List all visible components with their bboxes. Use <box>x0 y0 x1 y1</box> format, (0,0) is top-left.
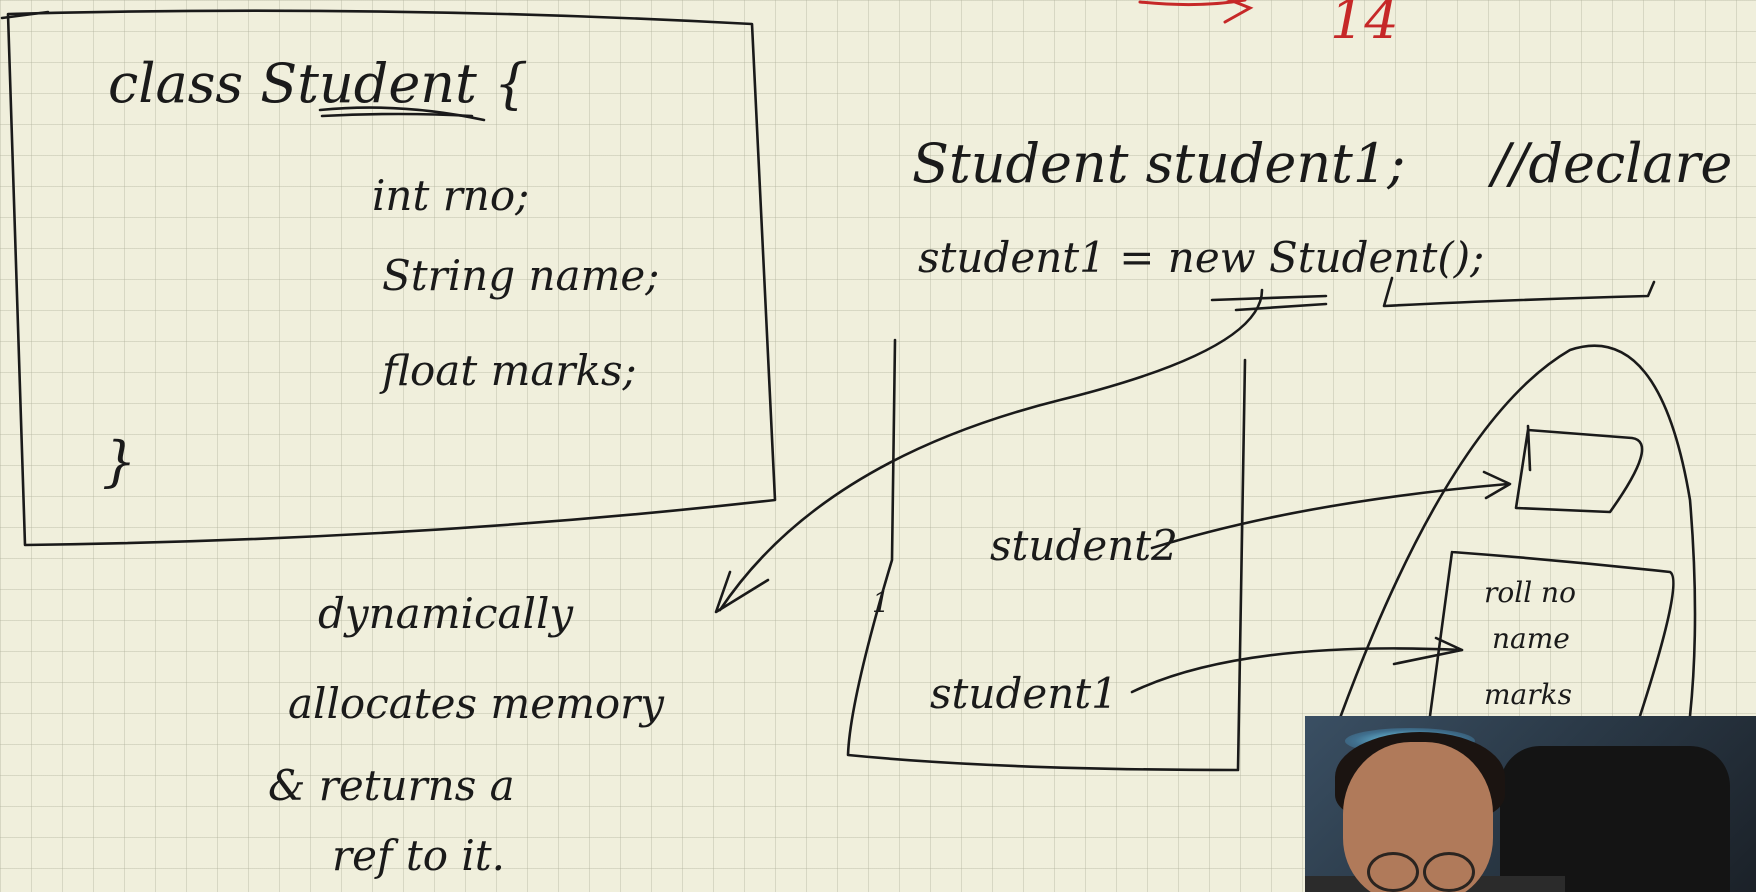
heap-object-empty <box>1514 428 1644 514</box>
explanation-line-4: ref to it. <box>332 831 505 880</box>
class-definition-box: class Student { int rno; String name; fl… <box>0 9 777 547</box>
constructor-underline <box>1382 276 1656 308</box>
explanation-line-2: allocates memory <box>288 679 665 728</box>
declaration-comment: //declare <box>1487 132 1732 195</box>
heap-field-name: name <box>1492 622 1570 655</box>
class-field-name: String name; <box>382 251 659 300</box>
explanation-line-1: dynamically <box>318 589 574 638</box>
glasses-right <box>1423 852 1475 892</box>
heap-field-marks: marks <box>1484 678 1572 711</box>
explanation-text: dynamically allocates memory & returns a… <box>268 589 665 880</box>
webcam-overlay <box>1305 716 1756 892</box>
glasses-left <box>1367 852 1419 892</box>
stack-mark: 1 <box>872 586 890 619</box>
chair <box>1500 746 1730 892</box>
code-lines: Student student1; //declare student1 = n… <box>912 132 1732 312</box>
heap-region: roll no name marks <box>1338 344 1697 720</box>
heap-field-rollno: roll no <box>1484 576 1576 609</box>
explanation-line-3: & returns a <box>268 761 515 810</box>
class-closing-brace: } <box>102 430 136 493</box>
stack-var-student1: student1 <box>930 669 1118 718</box>
red-number: 14 <box>1330 0 1399 51</box>
declaration-line: Student student1; <box>912 132 1405 195</box>
class-field-marks: float marks; <box>379 346 637 395</box>
class-field-rno: int rno; <box>372 171 529 220</box>
new-keyword-underline <box>1210 294 1328 302</box>
instantiation-line: student1 = new Student(); <box>918 233 1484 282</box>
stack-var-student2: student2 <box>990 521 1178 570</box>
class-header: class Student { <box>108 52 528 115</box>
student1-reference-arrow <box>1130 647 1464 694</box>
red-annotation: 14 <box>1138 0 1399 51</box>
student2-reference-arrow <box>1150 482 1510 550</box>
